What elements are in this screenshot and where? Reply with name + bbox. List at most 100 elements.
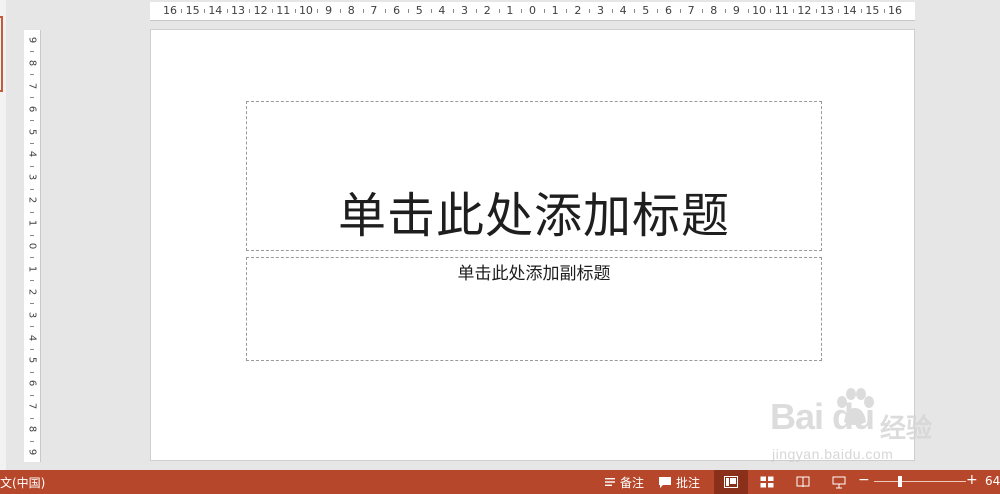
vertical-ruler: 9 8 7 6 5 4 3 2 1 0 1 2 3 4 5 6 7 8 9: [24, 30, 41, 462]
ruler-v-tick: [30, 143, 34, 144]
ruler-v-label: 2: [26, 197, 38, 204]
ruler-h-tick: [407, 9, 409, 13]
ruler-v-tick: [30, 234, 34, 236]
ruler-h-tick: [634, 9, 636, 13]
ruler-h-label: 1: [551, 4, 559, 17]
ruler-h-label: 12: [253, 4, 268, 17]
ruler-h-tick: [294, 9, 296, 13]
ruler-h-label: 10: [298, 4, 313, 17]
ruler-v-label: 3: [26, 311, 38, 318]
ruler-v-tick: [30, 349, 34, 350]
reading-view-icon: [796, 476, 810, 488]
ruler-v-tick: [30, 257, 34, 259]
slide-sorter-button[interactable]: [750, 470, 784, 494]
ruler-h-tick: [226, 9, 228, 13]
ruler-h-tick: [702, 9, 704, 13]
ruler-h-tick: [181, 9, 183, 13]
comments-button[interactable]: 批注: [658, 470, 700, 494]
zoom-level[interactable]: 64%: [985, 474, 1000, 488]
notes-icon: [605, 478, 615, 486]
ruler-h-label: 9: [732, 4, 740, 17]
ruler-h-label: 3: [596, 4, 604, 17]
notes-button[interactable]: 备注: [604, 470, 644, 494]
ruler-h-tick: [793, 9, 795, 13]
ruler-h-label: 15: [865, 4, 880, 17]
ruler-h-tick: [385, 9, 387, 13]
ruler-h-tick: [339, 9, 341, 13]
ruler-v-label: 6: [26, 105, 38, 112]
ruler-v-label: 5: [26, 128, 38, 135]
normal-view-icon: [724, 476, 738, 488]
ruler-h-tick: [498, 9, 500, 13]
ruler-h-label: 6: [393, 4, 401, 17]
reading-view-button[interactable]: [786, 470, 820, 494]
ruler-v-tick: [30, 417, 34, 419]
ruler-h-label: 9: [325, 4, 333, 17]
ruler-h-tick: [453, 9, 455, 13]
zoom-slider-track[interactable]: [874, 481, 966, 482]
ruler-h-label: 2: [574, 4, 582, 17]
watermark-url: jingyan.baidu.com: [772, 446, 894, 462]
ruler-h-label: 11: [774, 4, 789, 17]
ruler-v-tick: [30, 188, 34, 190]
selected-slide-thumbnail[interactable]: [0, 16, 3, 92]
ruler-v-tick: [30, 120, 34, 122]
ruler-h-tick: [317, 9, 319, 13]
ruler-v-label: 5: [26, 357, 38, 364]
comments-label: 批注: [676, 475, 701, 490]
horizontal-ruler: 16 15 14 13 12 11 10 9 8 7 6 5 4 3 2 1 0 1 2 3 4 5 6 7 8 9 10 11 12 1…: [150, 2, 915, 21]
ruler-h-label: 5: [415, 4, 423, 17]
ruler-v-tick: [30, 280, 34, 282]
ruler-v-tick: [30, 303, 34, 305]
ruler-h-tick: [883, 9, 885, 13]
ruler-h-label: 8: [347, 4, 355, 17]
ruler-h-label: 7: [370, 4, 378, 17]
ruler-v-tick: [30, 326, 34, 328]
ruler-h-label: 5: [642, 4, 650, 17]
ruler-h-tick: [543, 9, 545, 13]
ruler-v-label: 8: [26, 425, 38, 433]
ruler-h-label: 8: [710, 4, 718, 17]
ruler-h-label: 14: [842, 4, 857, 17]
watermark-brand: Bai du: [770, 396, 875, 437]
watermark-brand-cn: 经验: [880, 414, 933, 444]
ruler-h-label: 16: [888, 4, 902, 17]
ruler-h-tick: [838, 9, 840, 13]
ruler-v-tick: [30, 394, 34, 396]
ruler-v-label: 7: [26, 403, 38, 410]
ruler-h-tick: [861, 9, 863, 13]
normal-view-button[interactable]: [714, 470, 748, 494]
ruler-h-tick: [611, 9, 613, 13]
ruler-v-label: 7: [26, 82, 38, 89]
ruler-h-tick: [430, 9, 432, 13]
notes-label: 备注: [620, 475, 645, 490]
ruler-h-label: 10: [752, 4, 767, 17]
zoom-slider-thumb[interactable]: [897, 476, 902, 487]
slideshow-button[interactable]: [822, 470, 856, 494]
language-indicator[interactable]: 文(中国): [0, 474, 45, 491]
zoom-in-button[interactable]: +: [966, 472, 978, 488]
title-placeholder-text: 单击此处添加标题: [337, 188, 730, 244]
subtitle-placeholder[interactable]: 单击此处添加副标题: [246, 257, 822, 361]
ruler-v-label: 6: [26, 380, 38, 387]
ruler-h-label: 14: [208, 4, 223, 17]
ruler-v-label: 4: [26, 151, 38, 158]
ruler-v-label: 9: [26, 36, 38, 44]
slide-sorter-icon: [760, 476, 774, 488]
ruler-h-label: 2: [483, 4, 491, 17]
zoom-out-button[interactable]: −: [858, 472, 870, 488]
ruler-h-tick: [271, 9, 273, 13]
ruler-h-label: 7: [687, 4, 695, 17]
title-placeholder[interactable]: 单击此处添加标题: [246, 101, 822, 251]
ruler-v-label: 2: [26, 288, 38, 295]
ruler-h-tick: [589, 9, 591, 13]
ruler-h-tick: [770, 9, 772, 13]
ruler-h-label: 13: [230, 4, 245, 17]
ruler-v-label: 8: [26, 59, 38, 67]
ruler-v-label: 4: [26, 334, 38, 341]
ruler-h-tick: [657, 9, 659, 13]
ruler-h-tick: [203, 9, 205, 13]
ruler-h-tick: [249, 9, 251, 13]
ruler-v-tick: [30, 211, 34, 213]
ruler-h-label: 11: [276, 4, 291, 17]
